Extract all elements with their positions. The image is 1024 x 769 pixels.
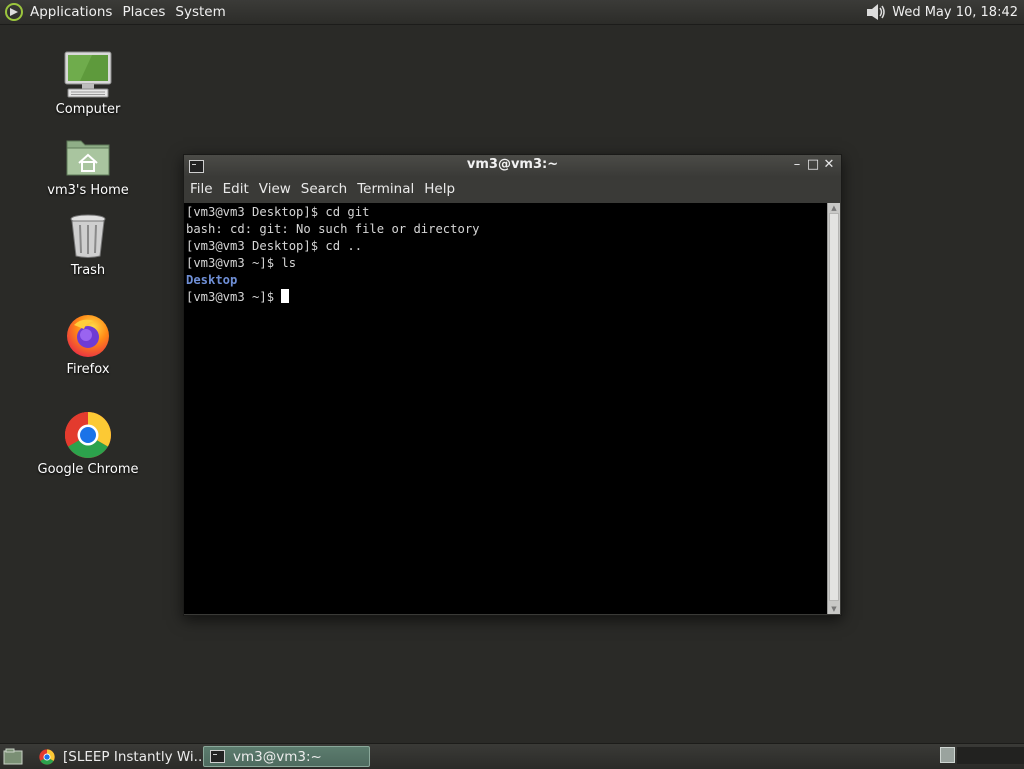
terminal-scrollbar[interactable]: ▲ ▼ [827, 203, 840, 614]
desktop-icon-label: vm3's Home [47, 183, 129, 198]
terminal-line: bash: cd: git: No such file or directory [186, 222, 480, 236]
menu-view[interactable]: View [254, 177, 296, 201]
bottom-panel: [SLEEP Instantly Wi... vm3@vm3:~ [0, 743, 1024, 769]
applications-menu[interactable]: Applications [25, 0, 117, 24]
menu-search[interactable]: Search [296, 177, 352, 201]
close-icon[interactable]: ✕ [822, 157, 836, 173]
terminal-prompt-line: [vm3@vm3 ~]$ [186, 289, 827, 306]
maximize-icon[interactable]: □ [806, 157, 820, 173]
text-cursor [281, 289, 290, 303]
window-titlebar[interactable]: vm3@vm3:~ – □ ✕ [184, 155, 841, 177]
menu-edit[interactable]: Edit [218, 177, 254, 201]
distro-logo-icon[interactable] [3, 1, 25, 23]
scroll-down-icon[interactable]: ▼ [828, 604, 840, 614]
firefox-icon [62, 310, 114, 360]
scroll-up-icon[interactable]: ▲ [828, 203, 840, 213]
taskbar-task-chrome[interactable]: [SLEEP Instantly Wi... [33, 746, 201, 767]
terminal-prompt: [vm3@vm3 ~]$ [186, 290, 282, 304]
window-title: vm3@vm3:~ [466, 157, 559, 172]
taskbar-task-label: [SLEEP Instantly Wi... [63, 748, 201, 765]
system-menu[interactable]: System [170, 0, 230, 24]
desktop-icon-label: Trash [70, 263, 106, 278]
top-panel-tray: Wed May 10, 18:42 [864, 0, 1018, 24]
volume-icon[interactable] [864, 1, 886, 23]
scrollbar-thumb[interactable] [829, 213, 839, 601]
terminal-menubar: File Edit View Search Terminal Help [184, 177, 841, 201]
desktop-icon-label: Computer [55, 102, 121, 117]
minimize-icon[interactable]: – [790, 157, 804, 173]
clock[interactable]: Wed May 10, 18:42 [892, 5, 1018, 20]
home-folder-icon [62, 131, 114, 181]
desktop-icon-chrome[interactable]: Google Chrome [33, 410, 143, 477]
workspace-1[interactable] [940, 747, 955, 763]
desktop-icon-trash[interactable]: Trash [33, 211, 143, 278]
terminal-icon [210, 750, 225, 763]
terminal-line-directory: Desktop [186, 273, 238, 287]
menu-help[interactable]: Help [419, 177, 460, 201]
menu-terminal[interactable]: Terminal [352, 177, 419, 201]
top-panel: Applications Places System Wed May 10, 1… [0, 0, 1024, 25]
desktop-icon-computer[interactable]: Computer [33, 50, 143, 117]
chrome-icon [62, 410, 114, 460]
desktop-icon-firefox[interactable]: Firefox [33, 310, 143, 377]
terminal-window[interactable]: vm3@vm3:~ – □ ✕ File Edit View Search Te… [183, 154, 842, 616]
trash-icon [62, 211, 114, 261]
chrome-icon [39, 748, 55, 765]
desktop-icon-label: Firefox [66, 362, 110, 377]
desktop-icon-home[interactable]: vm3's Home [33, 131, 143, 198]
show-desktop-icon[interactable] [3, 746, 23, 767]
places-menu[interactable]: Places [117, 0, 170, 24]
terminal-line: [vm3@vm3 Desktop]$ cd git [186, 205, 370, 219]
workspace-2[interactable] [957, 747, 1024, 764]
taskbar-task-label: vm3@vm3:~ [233, 748, 322, 765]
terminal-line: [vm3@vm3 ~]$ ls [186, 256, 297, 270]
terminal-output[interactable]: [vm3@vm3 Desktop]$ cd git bash: cd: git:… [184, 203, 827, 614]
menu-file[interactable]: File [185, 177, 218, 201]
terminal-line: [vm3@vm3 Desktop]$ cd .. [186, 239, 363, 253]
desktop-icon-label: Google Chrome [37, 462, 139, 477]
computer-icon [62, 50, 114, 100]
taskbar-task-terminal[interactable]: vm3@vm3:~ [203, 746, 370, 767]
